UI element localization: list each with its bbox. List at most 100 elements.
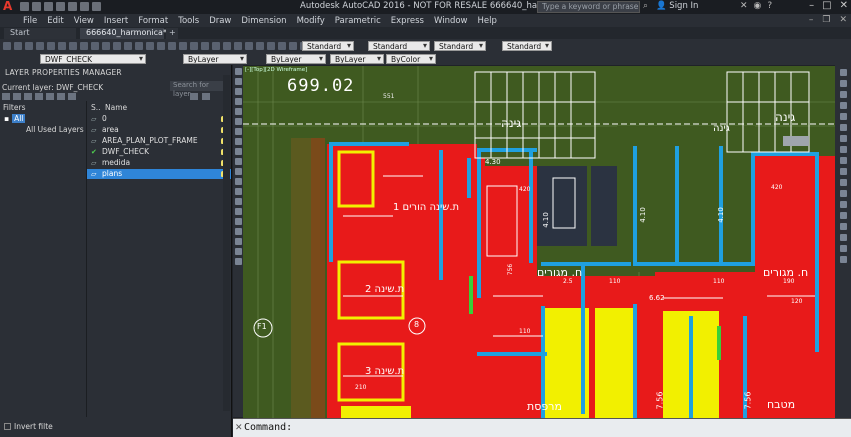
region-icon[interactable] [234,228,242,235]
tool-icon[interactable] [179,42,187,50]
tool-icon[interactable] [135,42,143,50]
invert-filter-checkbox[interactable]: Invert filte [4,422,53,431]
new-icon[interactable] [20,2,29,11]
circle-icon[interactable] [234,128,242,135]
viewcube-icon[interactable] [783,136,809,146]
tool-icon[interactable] [14,42,22,50]
table-icon[interactable] [234,238,242,245]
tool-icon[interactable] [168,42,176,50]
checkbox-box[interactable] [4,423,11,430]
delete-layer-icon[interactable] [57,93,65,100]
nav-icon[interactable] [839,168,847,175]
make-block-icon[interactable] [234,188,242,195]
layer-row-dwf-check[interactable]: ✔ DWF_CHECK [87,147,231,157]
autocad-logo-icon[interactable]: A [3,0,15,13]
spline-icon[interactable] [234,148,242,155]
tool-icon[interactable] [91,42,99,50]
nav-icon[interactable] [839,201,847,208]
nav-icon[interactable] [839,124,847,131]
settings-icon[interactable] [202,93,210,100]
tool-icon[interactable] [256,42,264,50]
layer-row-area[interactable]: ▱ area [87,125,231,135]
nav-icon[interactable] [839,234,847,241]
close-icon[interactable]: ✕ [840,0,848,11]
nav-icon[interactable] [839,179,847,186]
saveas-icon[interactable] [56,2,65,11]
layer-dropdown[interactable]: DWF_CHECK [40,54,146,64]
line-icon[interactable] [234,68,242,75]
revcloud-icon[interactable] [234,138,242,145]
print-icon[interactable] [68,2,77,11]
tool-icon[interactable] [80,42,88,50]
layer-row-medida[interactable]: ▱ medida [87,158,231,168]
mtext-icon[interactable] [234,248,242,255]
point-icon[interactable] [234,198,242,205]
polyline-icon[interactable] [234,88,242,95]
tab-start[interactable]: Start [4,28,76,39]
name-column-header[interactable]: Name [105,103,127,112]
menu-parametric[interactable]: Parametric [330,16,386,26]
drawing-area[interactable]: [-][Top][2D Wireframe] 699.02 551 4.30 4… [243,66,835,418]
doc-restore-icon[interactable]: ❐ [822,15,830,25]
nav-icon[interactable] [839,135,847,142]
nav-icon[interactable] [839,223,847,230]
tool-icon[interactable] [223,42,231,50]
table-style-dropdown[interactable]: Standard [434,41,486,51]
menu-edit[interactable]: Edit [42,16,68,26]
tool-icon[interactable] [58,42,66,50]
group-filter-icon[interactable] [13,93,21,100]
undo-icon[interactable] [80,2,89,11]
menu-format[interactable]: Format [133,16,173,26]
exchange-icon[interactable]: ✕ [740,1,748,11]
menu-tools[interactable]: Tools [173,16,204,26]
tool-icon[interactable] [289,42,297,50]
gradient-icon[interactable] [234,218,242,225]
add-selected-icon[interactable] [234,258,242,265]
nav-icon[interactable] [839,69,847,76]
menu-modify[interactable]: Modify [292,16,330,26]
new-filter-icon[interactable] [2,93,10,100]
account-icon[interactable]: ◉ [754,1,762,11]
tool-icon[interactable] [113,42,121,50]
polygon-icon[interactable] [234,98,242,105]
tool-icon[interactable] [267,42,275,50]
color-dropdown[interactable]: ByLayer [183,54,247,64]
open-icon[interactable] [32,2,41,11]
menu-draw[interactable]: Draw [204,16,236,26]
tool-icon[interactable] [3,42,11,50]
layer-row-plans[interactable]: ▱ plans [87,169,231,179]
insert-block-icon[interactable] [234,178,242,185]
new-layer-icon[interactable] [35,93,43,100]
search-icon[interactable]: ⌕ [643,1,648,11]
text-style-dropdown[interactable]: Standard [302,41,354,51]
tool-icon[interactable] [69,42,77,50]
lineweight-dropdown[interactable]: ByLayer [330,54,384,64]
rectangle-icon[interactable] [234,108,242,115]
palette-side-strip[interactable] [223,75,230,411]
sign-in-link[interactable]: 👤 Sign In [656,1,698,11]
tool-icon[interactable] [201,42,209,50]
tool-icon[interactable] [47,42,55,50]
tool-icon[interactable] [234,42,242,50]
doc-minimize-icon[interactable]: – [809,15,814,25]
menu-express[interactable]: Express [386,16,429,26]
nav-icon[interactable] [839,157,847,164]
help-search-input[interactable]: Type a keyword or phrase [537,1,640,13]
nav-icon[interactable] [839,113,847,120]
tool-icon[interactable] [212,42,220,50]
arc-icon[interactable] [234,118,242,125]
save-icon[interactable] [44,2,53,11]
linetype-dropdown[interactable]: ByLayer [266,54,326,64]
hatch-icon[interactable] [234,208,242,215]
nav-icon[interactable] [839,102,847,109]
tool-icon[interactable] [157,42,165,50]
maximize-icon[interactable]: □ [822,0,831,11]
menu-view[interactable]: View [69,16,99,26]
nav-icon[interactable] [839,256,847,263]
menu-dimension[interactable]: Dimension [236,16,291,26]
redo-icon[interactable] [92,2,101,11]
tab-drawing-file[interactable]: 666640_harmonica* [80,28,167,39]
ellipse-icon[interactable] [234,158,242,165]
nav-icon[interactable] [839,245,847,252]
new-layer-vp-icon[interactable] [46,93,54,100]
